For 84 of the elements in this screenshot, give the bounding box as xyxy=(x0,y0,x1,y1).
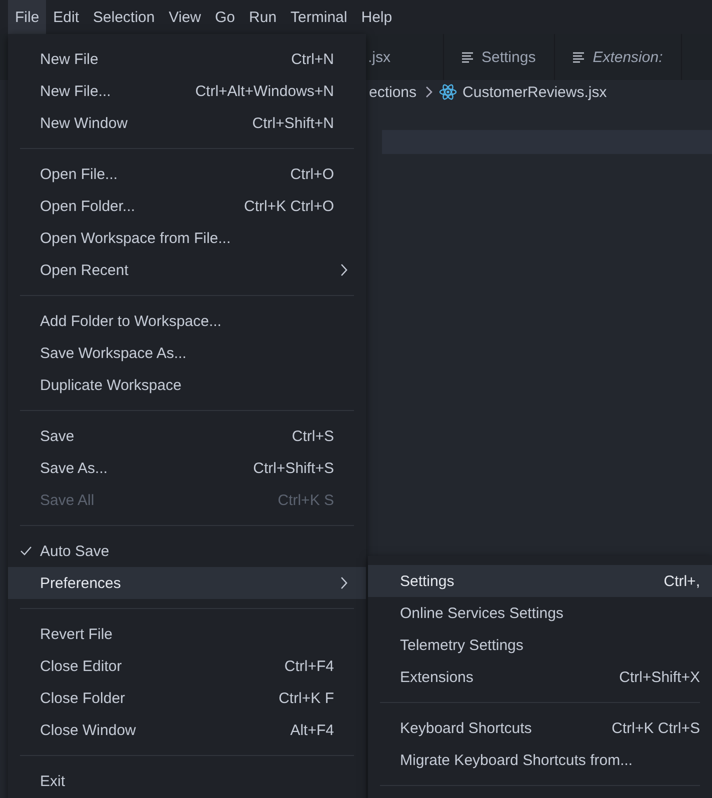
shortcut-label: Ctrl+K S xyxy=(278,492,334,508)
menu-item-label: Save As... xyxy=(40,460,109,476)
menu-item-label: Close Editor xyxy=(40,658,123,674)
menu-item[interactable]: Migrate Keyboard Shortcuts from... xyxy=(368,744,712,776)
menu-bar-item[interactable]: Edit xyxy=(46,0,86,34)
menu-item-label: Open Recent xyxy=(40,262,130,278)
atom-icon xyxy=(438,84,457,100)
shortcut-label: Alt+F4 xyxy=(290,722,334,738)
shortcut-label: Ctrl+K F xyxy=(278,690,334,706)
breadcrumb-item[interactable]: ections xyxy=(369,84,417,100)
editor-tab[interactable]: Settings xyxy=(444,34,555,80)
menu-item[interactable]: Close Folder Ctrl+K F xyxy=(8,682,366,714)
breadcrumb-item[interactable]: CustomerReviews.jsx xyxy=(462,84,607,100)
tab-label: Settings xyxy=(482,48,536,66)
menu-item-label: Open File... xyxy=(40,166,119,182)
menu-item-label: Save All xyxy=(40,492,96,508)
menu-item[interactable]: Preferences xyxy=(8,567,366,599)
menu-item[interactable]: Open Workspace from File... xyxy=(8,222,366,254)
menu-item[interactable]: Auto Save xyxy=(8,535,366,567)
menu-item-label: Open Folder... xyxy=(40,198,136,214)
shortcut-label: Ctrl+S xyxy=(292,428,334,444)
menu-item-label: Preferences xyxy=(40,574,122,592)
menu-item-label: Settings xyxy=(400,572,456,590)
menu-item[interactable]: Open Recent xyxy=(8,254,366,286)
menu-item-label: Extensions xyxy=(400,668,474,686)
menu-item[interactable]: Extensions Ctrl+Shift+X xyxy=(368,661,712,693)
menu-item-label: Save Workspace As... xyxy=(40,344,188,362)
menu-item[interactable]: Save Ctrl+S xyxy=(8,420,366,452)
menu-item[interactable]: New Window Ctrl+Shift+N xyxy=(8,107,366,139)
menu-item[interactable]: Keyboard Shortcuts Ctrl+K Ctrl+S xyxy=(368,712,712,744)
menu-bar-item[interactable]: Terminal xyxy=(284,0,354,34)
shortcut-label: Ctrl+Alt+Windows+N xyxy=(195,82,334,100)
menu-bar-item[interactable]: Go xyxy=(208,0,242,34)
lines-icon xyxy=(572,52,585,62)
shortcut-label: Ctrl+N xyxy=(291,50,334,68)
menu-item[interactable]: New File... Ctrl+Alt+Windows+N xyxy=(8,75,366,107)
menu-item[interactable]: Duplicate Workspace xyxy=(8,369,366,401)
menu-item-label: Auto Save xyxy=(40,542,110,560)
menu-item-label: Keyboard Shortcuts xyxy=(400,720,533,736)
shortcut-label: Ctrl+O xyxy=(290,166,334,182)
shortcut-label: Ctrl+Shift+N xyxy=(252,114,334,132)
shortcut-label: Ctrl+Shift+S xyxy=(253,460,334,476)
menu-item-label: Exit xyxy=(40,772,66,790)
chevron-right-icon xyxy=(424,86,433,98)
menu-item-label: Migrate Keyboard Shortcuts from... xyxy=(400,752,634,768)
menu-item[interactable]: Exit xyxy=(8,765,366,797)
menu-item[interactable]: Save As... Ctrl+Shift+S xyxy=(8,452,366,484)
menu-item-label: New File xyxy=(40,50,100,68)
editor-tab[interactable]: Extension: xyxy=(554,34,682,80)
shortcut-label: Ctrl+K Ctrl+O xyxy=(244,198,334,214)
menu-item-label: Revert File xyxy=(40,626,114,642)
menu-item-label: Close Window xyxy=(40,722,137,738)
lines-icon xyxy=(462,52,474,62)
menu-item[interactable]: Save Workspace As... xyxy=(8,337,366,369)
menu-item[interactable]: Settings Ctrl+, xyxy=(368,565,712,597)
menu-item[interactable]: Telemetry Settings xyxy=(368,629,712,661)
menu-item[interactable]: Open Folder... Ctrl+K Ctrl+O xyxy=(8,190,366,222)
menu-bar-item[interactable]: View xyxy=(162,0,208,34)
menu-item-label: New Window xyxy=(40,114,129,132)
menu-item-label: Telemetry Settings xyxy=(400,636,524,654)
shortcut-label: Ctrl+Shift+X xyxy=(619,668,700,686)
menu-item[interactable]: Close Editor Ctrl+F4 xyxy=(8,650,366,682)
menu-bar-item[interactable]: Run xyxy=(242,0,284,34)
shortcut-label: Ctrl+F4 xyxy=(284,658,334,674)
menu-item[interactable]: Revert File xyxy=(8,618,366,650)
menu-item[interactable]: Open File... Ctrl+O xyxy=(8,158,366,190)
menu-item[interactable]: Close Window Alt+F4 xyxy=(8,714,366,746)
menu-bar-item[interactable]: Selection xyxy=(86,0,162,34)
menu-item-label: Duplicate Workspace xyxy=(40,376,182,394)
shortcut-label: Ctrl+, xyxy=(664,572,700,590)
menu-item[interactable]: Add Folder to Workspace... xyxy=(8,305,366,337)
shortcut-label: Ctrl+K Ctrl+S xyxy=(612,720,700,736)
menu-item-label: Add Folder to Workspace... xyxy=(40,312,222,330)
menu-item-label: Close Folder xyxy=(40,690,126,706)
menu-item[interactable]: Online Services Settings xyxy=(368,597,712,629)
menu-item-label: Online Services Settings xyxy=(400,604,564,622)
menu-item-label: Save xyxy=(40,428,76,444)
menu-bar-item[interactable]: File xyxy=(8,0,46,34)
menu-item-label: Open Workspace from File... xyxy=(40,230,232,246)
menu-item-label: New File... xyxy=(40,82,112,100)
menu-bar-item[interactable]: Help xyxy=(354,0,400,34)
tab-label: Extension: xyxy=(592,48,663,66)
menu-item[interactable]: New File Ctrl+N xyxy=(8,43,366,75)
tab-label: .jsx xyxy=(368,48,390,66)
